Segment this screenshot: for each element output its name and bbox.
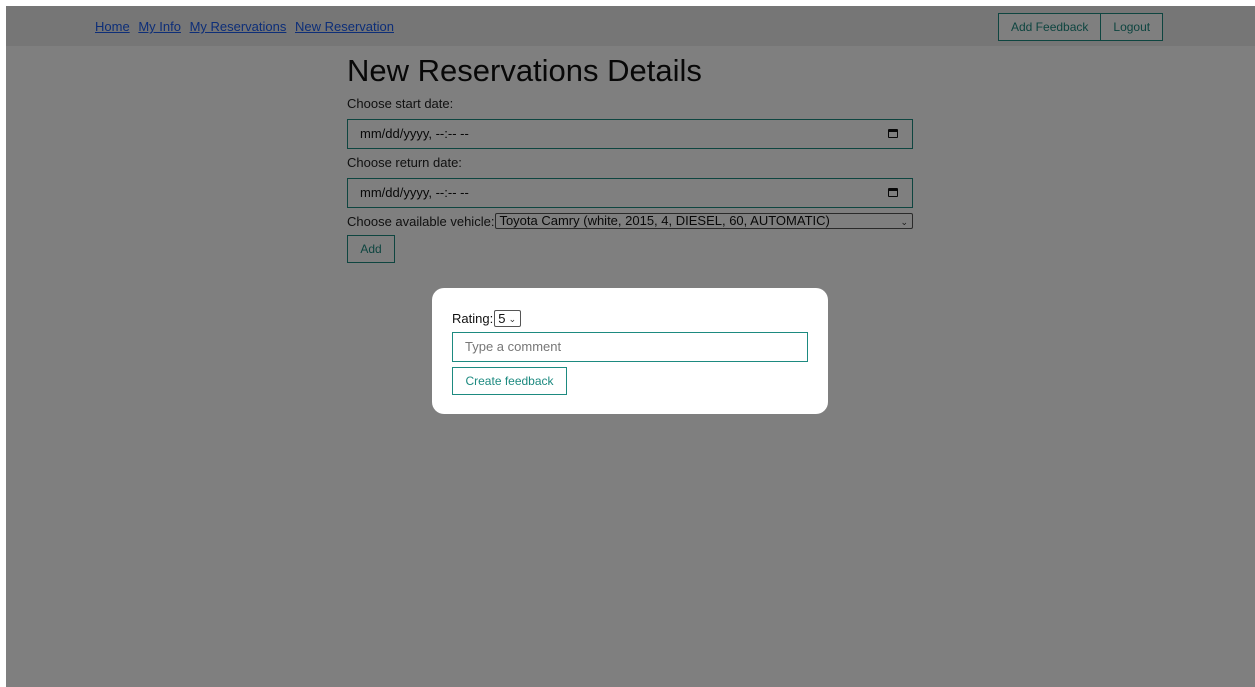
rating-row: Rating: 5 ⌄ bbox=[452, 310, 522, 327]
comment-input[interactable]: Type a comment bbox=[452, 332, 808, 362]
page: Home My Info My Reservations New Reserva… bbox=[6, 6, 1255, 687]
create-feedback-button[interactable]: Create feedback bbox=[452, 367, 567, 395]
rating-select-value: 5 bbox=[498, 311, 506, 326]
comment-placeholder: Type a comment bbox=[465, 339, 562, 354]
feedback-modal: Rating: 5 ⌄ Type a comment Create feedba… bbox=[432, 288, 828, 414]
rating-label: Rating: bbox=[452, 311, 494, 326]
rating-select[interactable]: 5 ⌄ bbox=[494, 310, 522, 327]
chevron-down-icon: ⌄ bbox=[508, 314, 517, 324]
